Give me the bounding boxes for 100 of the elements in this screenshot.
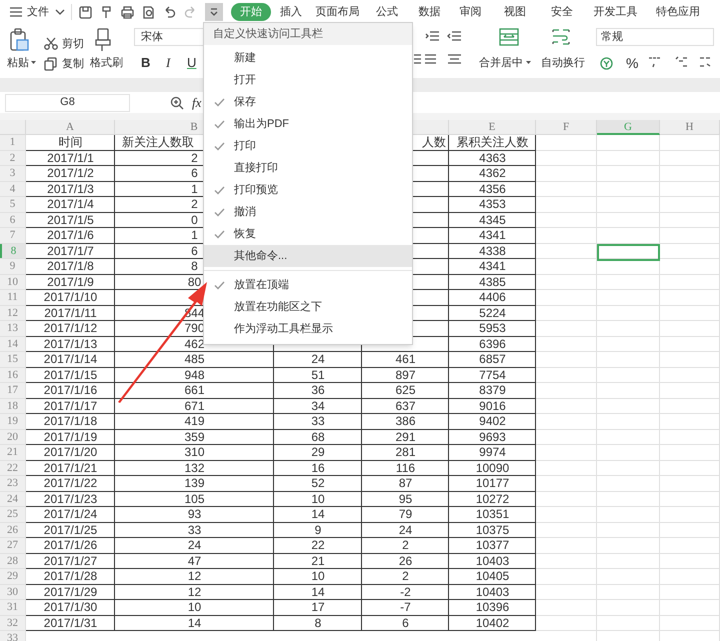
tab[interactable]: 开发工具 — [586, 3, 645, 21]
row-header[interactable]: 9 — [0, 259, 26, 274]
selected-cell[interactable] — [597, 244, 660, 260]
table-cell: 7754 — [479, 368, 506, 382]
tab[interactable]: 审阅 — [449, 3, 492, 21]
row-header[interactable]: 15 — [0, 352, 26, 366]
wrap-text-icon[interactable] — [551, 28, 571, 46]
row-header[interactable]: 1 — [0, 135, 26, 150]
menu-item[interactable]: 撤消 — [204, 201, 412, 223]
table-cell: 2 — [402, 538, 409, 552]
file-menu[interactable]: 文件 — [27, 4, 49, 20]
table-cell: 948 — [184, 368, 205, 382]
table-cell: 14 — [311, 507, 325, 521]
distributed-align-icon[interactable] — [447, 54, 462, 66]
table-cell: 139 — [184, 476, 205, 490]
row-header[interactable]: 5 — [0, 197, 26, 212]
column-title: 累积关注人数 — [456, 135, 528, 149]
row-header[interactable]: 29 — [0, 569, 26, 584]
decrease-decimal-icon[interactable] — [698, 55, 712, 69]
increase-decimal-icon[interactable] — [675, 55, 689, 69]
table-cell: 2017/1/22 — [44, 476, 98, 490]
row-header[interactable]: 21 — [0, 445, 26, 460]
table-cell: 9974 — [479, 445, 506, 459]
format-painter-button[interactable]: 格式刷 — [90, 55, 123, 72]
indent-icon[interactable] — [425, 31, 440, 43]
menu-item[interactable]: 放置在功能区之下 — [204, 296, 412, 318]
tab[interactable]: 公式 — [364, 3, 410, 21]
chevron-down-icon[interactable] — [55, 9, 65, 15]
menu-item[interactable]: 打印预览 — [204, 179, 412, 201]
currency-icon[interactable] — [600, 57, 613, 70]
merge-center-button[interactable]: 合并居中 — [479, 55, 523, 72]
dropdown-button[interactable] — [205, 3, 223, 21]
table-cell: 661 — [184, 383, 205, 397]
zoom-icon[interactable] — [170, 96, 184, 110]
table-cell: 132 — [184, 460, 205, 474]
menu-item[interactable]: 放置在顶端 — [204, 274, 412, 296]
table-cell: 2017/1/17 — [44, 398, 98, 412]
menu-item[interactable]: 直接打印 — [204, 157, 412, 179]
row-header[interactable]: 11 — [0, 290, 26, 304]
menu-item[interactable]: 打开 — [204, 69, 412, 91]
column-header[interactable]: G — [597, 120, 660, 135]
copy-icon[interactable] — [44, 57, 57, 71]
column-header[interactable]: H — [660, 120, 720, 135]
dropdown-icon[interactable] — [210, 8, 218, 16]
print-preview-icon[interactable] — [141, 4, 156, 20]
menu-item[interactable]: 打印 — [204, 135, 412, 157]
name-box[interactable]: G8 — [5, 94, 130, 112]
scissors-icon[interactable] — [44, 37, 58, 50]
merge-cells-icon[interactable] — [499, 28, 519, 46]
tab[interactable]: 特色应用 — [645, 3, 711, 21]
menu-item[interactable]: 恢复 — [204, 223, 412, 245]
table-cell: 2017/1/29 — [44, 584, 98, 598]
menu-item[interactable]: 其他命令... — [204, 245, 412, 267]
tab[interactable]: 数据 — [410, 3, 449, 21]
tab[interactable]: 视图 — [492, 3, 538, 21]
paste-button[interactable]: 粘贴 — [7, 55, 29, 72]
tab[interactable]: 开始 — [231, 3, 271, 21]
row-header[interactable]: 19 — [0, 414, 26, 428]
row-header[interactable]: 17 — [0, 383, 26, 398]
caret-icon[interactable] — [31, 61, 36, 64]
align-left-icon[interactable] — [414, 54, 422, 66]
wrap-text-button[interactable]: 自动换行 — [541, 55, 585, 72]
column-header[interactable]: E — [449, 120, 536, 135]
menu-item[interactable]: 作为浮动工具栏显示 — [204, 318, 412, 340]
row-header[interactable]: 33 — [0, 631, 26, 641]
number-format-dropdown[interactable]: 常规 — [596, 28, 714, 46]
tab[interactable]: 页面布局 — [311, 3, 364, 21]
row-header[interactable]: 3 — [0, 166, 26, 180]
table-cell: 2017/1/5 — [47, 212, 94, 226]
menu-icon[interactable] — [9, 6, 23, 18]
row-header[interactable]: 23 — [0, 476, 26, 490]
printer-icon[interactable] — [120, 4, 135, 20]
copy-button[interactable]: 复制 — [62, 56, 84, 72]
row-header[interactable]: 25 — [0, 507, 26, 522]
percent-button[interactable]: % — [626, 53, 638, 74]
menu-item[interactable]: 保存 — [204, 91, 412, 113]
menu-item[interactable]: 新建 — [204, 47, 412, 69]
align-justify-icon[interactable] — [424, 54, 437, 66]
row-header[interactable]: 31 — [0, 600, 26, 614]
table-cell: 6857 — [479, 352, 506, 366]
row-header[interactable]: 7 — [0, 228, 26, 242]
table-cell: 2 — [402, 569, 409, 583]
table-cell: 95 — [398, 492, 412, 506]
underline-button[interactable]: U — [187, 53, 196, 72]
caret-icon[interactable] — [526, 61, 531, 64]
italic-button[interactable]: I — [166, 53, 170, 72]
table-cell: 26 — [398, 554, 412, 568]
column-header[interactable]: A — [26, 120, 115, 135]
clipboard-icon[interactable] — [9, 28, 29, 52]
outdent-icon[interactable] — [447, 31, 462, 43]
bold-button[interactable]: B — [141, 53, 150, 72]
tab[interactable]: 插入 — [271, 3, 311, 21]
column-header[interactable]: F — [536, 120, 597, 135]
cut-button[interactable]: 剪切 — [62, 36, 84, 52]
save-icon[interactable] — [78, 4, 93, 20]
tab[interactable]: 安全 — [538, 3, 586, 21]
table-cell: 14 — [188, 616, 202, 630]
thousands-separator-icon[interactable] — [648, 55, 662, 69]
row-header[interactable]: 13 — [0, 321, 26, 336]
row-header[interactable]: 27 — [0, 538, 26, 552]
